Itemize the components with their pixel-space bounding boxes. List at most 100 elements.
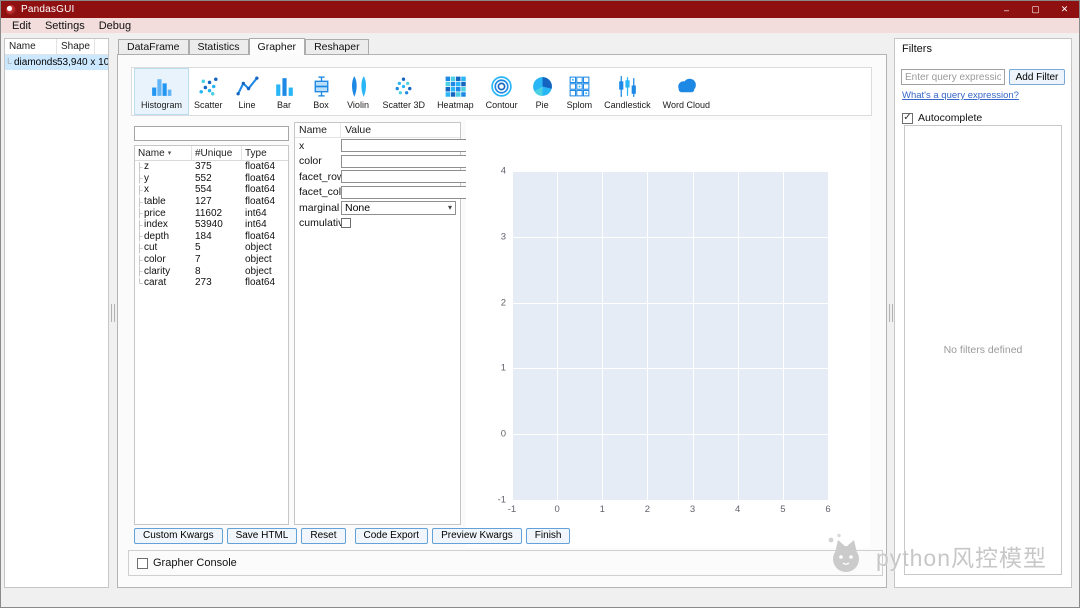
close-icon: ✕ <box>1060 4 1069 14</box>
preview-kwargs-button[interactable]: Preview Kwargs <box>432 527 522 544</box>
plot-type-scatter[interactable]: Scatter <box>188 69 229 114</box>
tree-header-unique[interactable]: #Unique <box>192 146 242 160</box>
save-html-button[interactable]: Save HTML <box>226 527 298 544</box>
column-dtype: float64 <box>245 184 276 196</box>
column-tree-row[interactable]: ├ clarity 8 object <box>135 265 288 277</box>
wordcloud-icon <box>674 74 699 99</box>
column-unique-count: 273 <box>195 277 212 289</box>
filters-title: Filters <box>902 43 932 55</box>
column-tree-row[interactable]: ├ color 7 object <box>135 254 288 266</box>
plot-type-wordcloud[interactable]: Word Cloud <box>657 69 716 114</box>
contour-icon <box>489 74 514 99</box>
column-tree-row[interactable]: ├ cut 5 object <box>135 242 288 254</box>
code-export-button[interactable]: Code Export <box>354 527 429 544</box>
tree-branch-icon: ├ <box>136 208 143 219</box>
y-tick-label: 1 <box>500 362 506 374</box>
column-tree-row[interactable]: ├ z 375 float64 <box>135 161 288 173</box>
tab-dataframe[interactable]: DataFrame <box>118 39 189 55</box>
right-splitter[interactable] <box>887 38 894 588</box>
candlestick-icon <box>615 74 640 99</box>
column-dtype: float64 <box>245 277 276 289</box>
menu-settings[interactable]: Settings <box>38 20 92 32</box>
marginal-dropdown[interactable]: None ▾ <box>341 200 456 215</box>
menu-bar: Edit Settings Debug <box>1 18 1079 33</box>
scatter3d-icon <box>391 74 416 99</box>
plot-type-box[interactable]: Box <box>303 69 340 114</box>
columns-tree: Name ▾ #Unique Type ├ z 375 float64 ├ y 5… <box>134 145 289 525</box>
tree-branch-icon: ├ <box>136 242 143 253</box>
column-tree-row[interactable]: ├ table 127 float64 <box>135 196 288 208</box>
query-help-link[interactable]: What's a query expression? <box>902 90 1019 101</box>
arg-input-facet-col[interactable] <box>341 185 479 199</box>
column-name: color <box>144 254 166 266</box>
columns-tree-body: ├ z 375 float64 ├ y 552 float64 ├ x 554 … <box>135 161 288 289</box>
plot-type-pie[interactable]: Pie <box>524 69 561 114</box>
nav-item-diamonds[interactable]: └ diamonds 53,940 x 10 <box>5 55 108 70</box>
column-tree-row[interactable]: ├ price 11602 int64 <box>135 207 288 219</box>
gridline-vertical <box>692 171 694 500</box>
filters-list: No filters defined <box>904 125 1062 575</box>
minimize-button[interactable]: – <box>992 1 1021 18</box>
column-tree-row[interactable]: ├ depth 184 float64 <box>135 231 288 243</box>
plot-type-violin[interactable]: Violin <box>340 69 377 114</box>
column-name: x <box>144 184 149 196</box>
gridline-vertical <box>647 171 649 500</box>
column-name: price <box>144 207 166 219</box>
plot-type-candlestick[interactable]: Candlestick <box>598 69 657 114</box>
title-bar: PandasGUI – ▢ ✕ <box>1 1 1079 18</box>
window-controls: – ▢ ✕ <box>992 1 1079 18</box>
tree-header-name[interactable]: Name ▾ <box>135 146 192 160</box>
line-icon <box>235 74 260 99</box>
tab-reshaper[interactable]: Reshaper <box>305 39 369 55</box>
custom-kwargs-button[interactable]: Custom Kwargs <box>134 527 223 544</box>
query-expression-input[interactable] <box>901 69 1005 85</box>
arg-row-facet-row: facet_row <box>295 169 479 185</box>
column-dtype: float64 <box>245 230 276 242</box>
cumulative-checkbox[interactable] <box>341 218 351 229</box>
plot-type-scatter3d[interactable]: Scatter 3D <box>377 69 432 114</box>
gridline-horizontal <box>512 236 828 238</box>
plot-type-contour[interactable]: Contour <box>480 69 524 114</box>
reset-button[interactable]: Reset <box>301 527 346 544</box>
tree-branch-icon: ├ <box>136 161 143 172</box>
finish-button[interactable]: Finish <box>525 527 571 544</box>
gridline-vertical <box>782 171 784 500</box>
arg-input-x[interactable] <box>341 139 479 153</box>
left-splitter[interactable] <box>109 38 116 588</box>
arg-input-color[interactable] <box>341 154 479 168</box>
maximize-button[interactable]: ▢ <box>1021 1 1050 18</box>
nav-header-name[interactable]: Name <box>5 39 57 54</box>
add-filter-button[interactable]: Add Filter <box>1009 69 1065 85</box>
plot-type-histogram[interactable]: Histogram <box>133 68 190 115</box>
minimize-icon: – <box>1003 4 1009 15</box>
column-tree-row[interactable]: └ carat 273 float64 <box>135 277 288 289</box>
arg-row-marginal: marginal None ▾ <box>295 200 460 216</box>
close-button[interactable]: ✕ <box>1050 1 1079 18</box>
nav-header-shape[interactable]: Shape <box>57 39 95 54</box>
grapher-console-label: Grapher Console <box>153 557 237 569</box>
column-tree-row[interactable]: ├ y 552 float64 <box>135 173 288 185</box>
column-tree-row[interactable]: ├ index 53940 int64 <box>135 219 288 231</box>
tab-grapher[interactable]: Grapher <box>248 38 306 55</box>
plot-args-panel: Name Value x color facet_row facet_col m… <box>294 122 479 525</box>
column-tree-row[interactable]: ├ x 554 float64 <box>135 184 288 196</box>
x-tick-label: 4 <box>735 504 741 515</box>
plot-type-splom[interactable]: Splom <box>561 69 599 114</box>
gridline-vertical <box>557 171 559 500</box>
column-unique-count: 554 <box>195 184 212 196</box>
column-search-input[interactable] <box>134 126 289 141</box>
column-dtype: float64 <box>245 172 276 184</box>
tab-statistics[interactable]: Statistics <box>188 39 249 55</box>
plot-type-heatmap[interactable]: Heatmap <box>431 69 480 114</box>
plot-type-bar[interactable]: Bar <box>266 69 303 114</box>
plot-type-line[interactable]: Line <box>229 69 266 114</box>
menu-debug[interactable]: Debug <box>92 20 138 32</box>
arg-input-facet-row[interactable] <box>341 170 479 184</box>
tree-header-type[interactable]: Type <box>242 146 288 160</box>
filters-empty-text: No filters defined <box>943 344 1023 356</box>
tree-branch-icon: ├ <box>136 184 143 195</box>
autocomplete-checkbox[interactable]: ✓ <box>902 112 913 124</box>
filter-entry-row: Add Filter <box>901 69 1065 85</box>
grapher-console-checkbox[interactable] <box>137 557 148 569</box>
menu-edit[interactable]: Edit <box>5 20 38 32</box>
